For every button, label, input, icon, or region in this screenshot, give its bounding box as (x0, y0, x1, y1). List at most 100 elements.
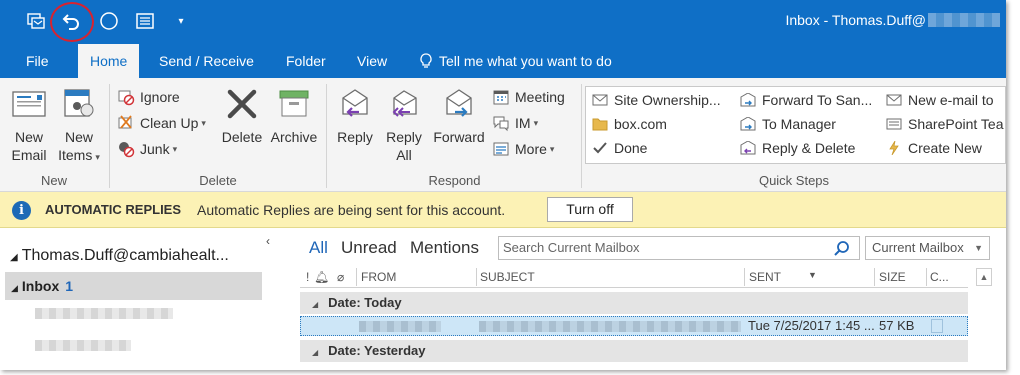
lightning-icon (884, 139, 904, 157)
delete-button[interactable]: Delete (218, 88, 266, 146)
column-subject[interactable]: SUBJECT (480, 270, 535, 284)
new-items-button[interactable]: New Items ▾ (55, 88, 103, 166)
folder-inbox[interactable]: ◢ Inbox 1 (5, 272, 262, 300)
quick-step-new-email-to[interactable]: New e-mail to (884, 89, 994, 111)
reply-all-label-2: All (396, 147, 412, 163)
search-scope-dropdown[interactable]: Current Mailbox ▼ (865, 236, 990, 260)
checkmark-icon (590, 139, 610, 157)
importance-column-icon[interactable]: ! (306, 270, 309, 284)
search-placeholder: Search Current Mailbox (503, 240, 640, 255)
customize-qat-icon[interactable]: ▾ (170, 10, 192, 32)
infobar-message: Automatic Replies are being sent for thi… (197, 202, 506, 218)
quick-step-label: box.com (614, 116, 667, 132)
inbox-unread-count: 1 (65, 278, 74, 294)
quick-step-label: SharePoint Tea (908, 116, 1004, 132)
collapse-triangle-icon: ◢ (11, 283, 18, 293)
email-icon (590, 91, 610, 109)
group-header-label: Date: Yesterday (328, 343, 426, 358)
im-label: IM (515, 115, 531, 131)
ignore-button[interactable]: Ignore (116, 86, 180, 108)
tab-home[interactable]: Home (78, 44, 140, 78)
outlook-window: ▾ Inbox - Thomas.Duff@ File Home Send / … (0, 0, 1006, 370)
delete-icon (227, 89, 257, 119)
forward-label: Forward (433, 129, 485, 145)
new-items-icon (64, 89, 94, 117)
tab-send-receive[interactable]: Send / Receive (147, 44, 266, 78)
reply-button[interactable]: Reply (333, 88, 377, 146)
quick-step-label: New e-mail to (908, 92, 994, 108)
search-icon[interactable] (833, 240, 851, 265)
reply-all-icon (392, 90, 417, 117)
quick-step-done[interactable]: Done (590, 137, 647, 159)
quick-step-to-manager[interactable]: To Manager (738, 113, 836, 135)
reply-all-button[interactable]: Reply All (382, 88, 426, 164)
filter-unread[interactable]: Unread (341, 238, 397, 258)
quick-step-site-ownership[interactable]: Site Ownership... (590, 89, 721, 111)
forward-icon (446, 89, 472, 117)
group-header-label: Date: Today (328, 295, 402, 310)
clean-up-label: Clean Up (140, 115, 199, 131)
new-email-label-1: New (14, 129, 43, 145)
im-button[interactable]: IM ▾ (491, 112, 538, 134)
calendar-icon (491, 88, 511, 106)
group-label-quick-steps: Quick Steps (758, 173, 830, 188)
search-scope-label: Current Mailbox (872, 240, 964, 255)
tab-folder[interactable]: Folder (274, 44, 338, 78)
search-input[interactable]: Search Current Mailbox (498, 236, 860, 260)
tab-view[interactable]: View (345, 44, 399, 78)
new-email-label-2: Email (11, 147, 47, 163)
forward-icon (738, 115, 758, 133)
category-box[interactable] (931, 319, 943, 333)
sort-descending-icon: ▼ (808, 270, 817, 280)
new-email-icon (12, 91, 46, 117)
redacted-folder[interactable] (35, 340, 131, 351)
circle-icon[interactable] (98, 10, 120, 32)
group-header-today[interactable]: ◢ Date: Today (300, 292, 968, 314)
meeting-button[interactable]: Meeting (491, 86, 565, 108)
mail-list-pane: All Unread Mentions Search Current Mailb… (300, 228, 1000, 370)
turn-off-button[interactable]: Turn off (547, 197, 633, 222)
new-items-label-1: New (64, 129, 93, 145)
scroll-up-arrow[interactable]: ▲ (976, 268, 992, 286)
quick-step-label: To Manager (762, 116, 836, 132)
new-items-label-2: Items ▾ (58, 147, 100, 163)
more-button[interactable]: More ▾ (491, 138, 554, 160)
tell-me-box[interactable]: Tell me what you want to do (407, 44, 624, 78)
message-list-icon[interactable] (134, 10, 156, 32)
quick-step-create-new[interactable]: Create New (884, 137, 982, 159)
new-email-button[interactable]: New Email (8, 88, 50, 164)
column-headers: ! 🔔︎ ⌀ FROM SUBJECT SENT ▼ SIZE C... (300, 266, 968, 288)
chevron-left-icon[interactable]: ‹ (266, 234, 270, 248)
archive-button[interactable]: Archive (268, 88, 320, 146)
chevron-down-icon: ▾ (172, 144, 178, 154)
column-from[interactable]: FROM (361, 270, 396, 284)
team-email-icon (884, 115, 904, 133)
archive-icon (279, 90, 309, 117)
junk-button[interactable]: Junk ▾ (116, 138, 177, 160)
tab-file[interactable]: File (14, 44, 61, 78)
forward-button[interactable]: Forward (430, 88, 488, 146)
redacted-folder[interactable] (35, 308, 173, 319)
im-icon (491, 114, 511, 132)
reminder-column-icon[interactable]: 🔔︎ (314, 270, 329, 284)
account-header[interactable]: ◢ Thomas.Duff@cambiahealt... (10, 247, 229, 265)
quick-step-reply-delete[interactable]: Reply & Delete (738, 137, 855, 159)
column-size[interactable]: SIZE (879, 270, 906, 284)
attachment-column-icon[interactable]: ⌀ (337, 270, 344, 284)
column-categories[interactable]: C... (930, 270, 949, 284)
clean-up-button[interactable]: Clean Up ▾ (116, 112, 206, 134)
mail-row-selected[interactable]: Tue 7/25/2017 1:45 ... 57 KB (300, 316, 968, 336)
quick-step-sharepoint[interactable]: SharePoint Tea (884, 113, 1003, 135)
quick-step-box-com[interactable]: box.com (590, 113, 667, 135)
chevron-down-icon: ▾ (549, 144, 555, 154)
send-receive-icon[interactable] (25, 10, 47, 32)
inbox-label: Inbox (21, 278, 60, 294)
filter-mentions[interactable]: Mentions (410, 238, 479, 258)
archive-label: Archive (270, 129, 318, 145)
quick-step-label: Done (614, 140, 648, 156)
group-header-yesterday[interactable]: ◢ Date: Yesterday (300, 340, 968, 362)
filter-all[interactable]: All (309, 238, 328, 258)
quick-step-forward-to[interactable]: Forward To San... (738, 89, 872, 111)
collapse-triangle-icon: ◢ (10, 252, 18, 263)
column-sent[interactable]: SENT (749, 270, 781, 284)
